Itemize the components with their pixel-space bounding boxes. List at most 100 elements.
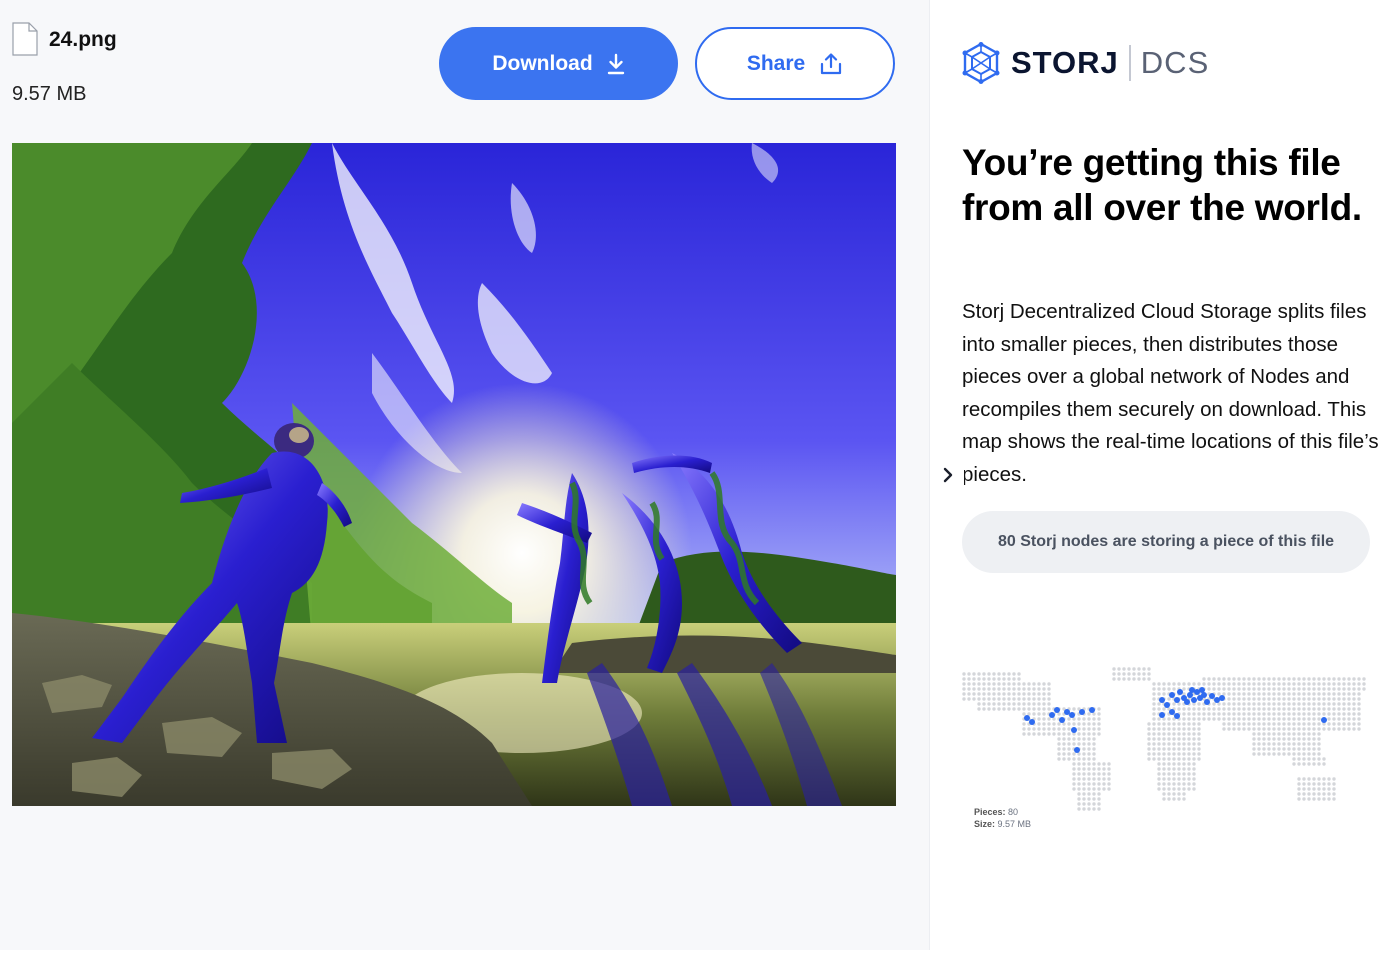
map-land-dot — [1192, 777, 1196, 781]
storj-logo[interactable]: STORJ DCS — [962, 42, 1209, 84]
map-land-dot — [977, 677, 981, 681]
map-land-dot — [1342, 702, 1346, 706]
map-land-dot — [1302, 742, 1306, 746]
download-button[interactable]: Download — [439, 27, 678, 100]
map-land-dot — [1077, 722, 1081, 726]
map-land-dot — [1007, 672, 1011, 676]
map-land-dot — [1362, 682, 1366, 686]
map-land-dot — [997, 682, 1001, 686]
map-land-dot — [1302, 727, 1306, 731]
map-land-dot — [1212, 687, 1216, 691]
map-land-dot — [1352, 702, 1356, 706]
map-land-dot — [1037, 697, 1041, 701]
map-land-dot — [1212, 717, 1216, 721]
map-land-dot — [1037, 732, 1041, 736]
map-land-dot — [1072, 772, 1076, 776]
map-land-dot — [1172, 747, 1176, 751]
map-land-dot — [1097, 717, 1101, 721]
map-land-dot — [1167, 797, 1171, 801]
map-land-dot — [1227, 682, 1231, 686]
map-land-dot — [1287, 747, 1291, 751]
map-land-dot — [1227, 687, 1231, 691]
map-land-dot — [1337, 682, 1341, 686]
map-land-dot — [1267, 677, 1271, 681]
map-land-dot — [1292, 757, 1296, 761]
map-land-dot — [1022, 722, 1026, 726]
map-land-dot — [1077, 767, 1081, 771]
map-land-dot — [1222, 727, 1226, 731]
map-land-dot — [1302, 747, 1306, 751]
map-land-dot — [1132, 677, 1136, 681]
map-land-dot — [1042, 707, 1046, 711]
map-land-dot — [1137, 667, 1141, 671]
collapse-sidebar-button[interactable] — [932, 460, 964, 494]
map-land-dot — [1227, 707, 1231, 711]
map-land-dot — [1312, 777, 1316, 781]
map-land-dot — [1312, 702, 1316, 706]
map-land-dot — [1282, 747, 1286, 751]
map-land-dot — [1262, 702, 1266, 706]
map-land-dot — [1332, 722, 1336, 726]
map-land-dot — [1307, 677, 1311, 681]
map-land-dot — [1302, 782, 1306, 786]
map-land-dot — [977, 672, 981, 676]
map-land-dot — [1047, 732, 1051, 736]
map-land-dot — [1097, 807, 1101, 811]
map-land-dot — [1197, 742, 1201, 746]
map-land-dot — [1182, 752, 1186, 756]
map-land-dot — [1042, 687, 1046, 691]
map-land-dot — [1197, 727, 1201, 731]
share-button[interactable]: Share — [695, 27, 895, 100]
map-land-dot — [1227, 702, 1231, 706]
map-land-dot — [1057, 742, 1061, 746]
map-land-dot — [1327, 797, 1331, 801]
map-land-dot — [962, 677, 966, 681]
map-land-dot — [1257, 702, 1261, 706]
map-land-dot — [1012, 687, 1016, 691]
map-land-dot — [1292, 722, 1296, 726]
map-land-dot — [1297, 782, 1301, 786]
map-land-dot — [1072, 787, 1076, 791]
map-land-dot — [1087, 802, 1091, 806]
map-land-dot — [1317, 677, 1321, 681]
map-land-dot — [1162, 757, 1166, 761]
map-land-dot — [1297, 777, 1301, 781]
map-land-dot — [1297, 727, 1301, 731]
map-land-dot — [1177, 747, 1181, 751]
map-land-dot — [1157, 787, 1161, 791]
map-land-dot — [1167, 742, 1171, 746]
map-land-dot — [1037, 722, 1041, 726]
map-land-dot — [1017, 672, 1021, 676]
map-land-dot — [1337, 687, 1341, 691]
map-land-dot — [1227, 712, 1231, 716]
map-land-dot — [1012, 692, 1016, 696]
bottom-strip — [0, 950, 1400, 967]
map-node-dot — [1174, 713, 1180, 719]
map-land-dot — [1142, 672, 1146, 676]
sidebar-headline: You’re getting this file from all over t… — [962, 142, 1362, 228]
map-land-dot — [1307, 742, 1311, 746]
map-land-dot — [1267, 682, 1271, 686]
map-land-dot — [1252, 712, 1256, 716]
map-land-dot — [1172, 777, 1176, 781]
map-land-dot — [1192, 737, 1196, 741]
map-land-dot — [997, 672, 1001, 676]
map-land-dot — [992, 707, 996, 711]
map-land-dot — [1167, 747, 1171, 751]
map-land-dot — [1297, 757, 1301, 761]
map-node-dot — [1169, 709, 1175, 715]
map-land-dot — [1182, 722, 1186, 726]
map-land-dot — [1192, 762, 1196, 766]
map-land-dot — [1187, 707, 1191, 711]
map-land-dot — [1177, 797, 1181, 801]
map-land-dot — [1217, 712, 1221, 716]
map-land-dot — [1257, 692, 1261, 696]
map-land-dot — [1272, 747, 1276, 751]
map-node-dot — [1321, 717, 1327, 723]
map-land-dot — [1172, 682, 1176, 686]
brand-name: STORJ — [1011, 45, 1119, 80]
map-land-dot — [992, 697, 996, 701]
map-land-dot — [1352, 677, 1356, 681]
map-land-dot — [1102, 767, 1106, 771]
map-land-dot — [1312, 747, 1316, 751]
